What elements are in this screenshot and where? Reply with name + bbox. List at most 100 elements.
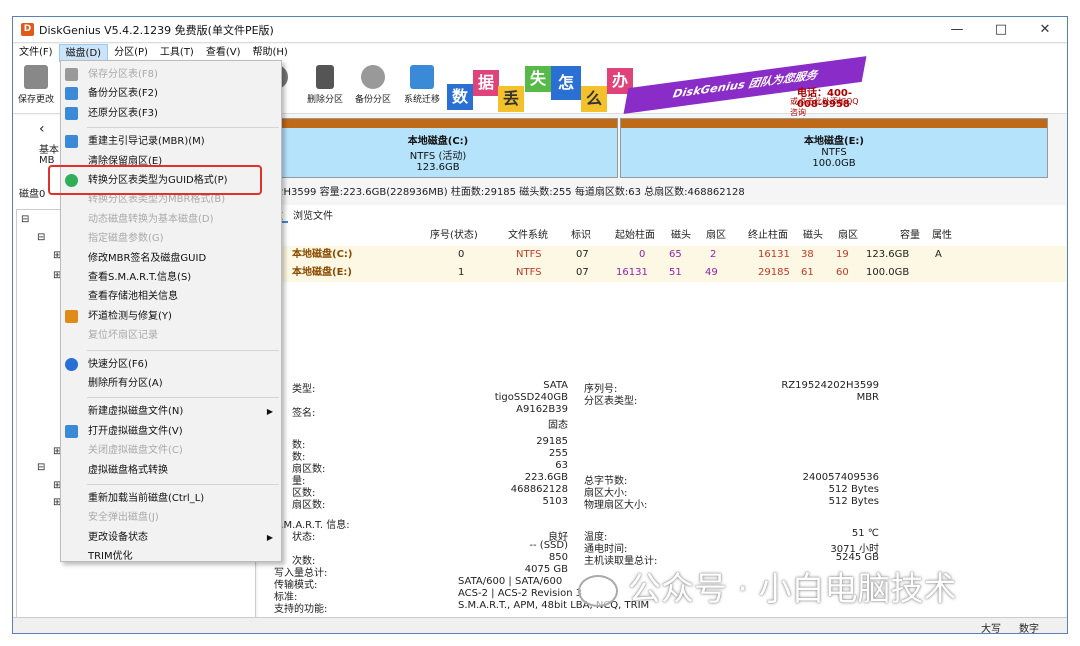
system-migrate-label: 系统迁移 — [403, 95, 440, 105]
detail-key: 分区表类型: — [584, 396, 638, 407]
menu-item-11[interactable]: 查看S.M.A.R.T.信息(S) — [61, 268, 281, 287]
menu-item-27[interactable]: TRIM优化 — [61, 547, 281, 566]
ad-banner[interactable]: 数 据 丢 失 怎 么 办 DiskGenius 团队为您服务 电话：400-0… — [445, 56, 867, 117]
partition-e[interactable]: 本地磁盘(E:) NTFS 100.0GB — [620, 118, 1048, 178]
cell: 1 — [458, 267, 465, 278]
menu-item-16[interactable]: 快速分区(F6) — [61, 355, 281, 374]
cell: NTFS — [516, 267, 542, 278]
arrow-left-icon[interactable]: ‹ — [39, 121, 45, 137]
cell: 2 — [710, 249, 717, 260]
tree-expand-icon[interactable]: ⊟ — [37, 232, 45, 243]
menu-item-21: 关闭虚拟磁盘文件(C) — [61, 441, 281, 460]
menu-item-19[interactable]: 新建虚拟磁盘文件(N) ▶ — [61, 402, 281, 421]
system-migrate-button[interactable]: 系统迁移 — [399, 65, 445, 105]
table-row[interactable]: 本地磁盘(E:) 1 NTFS 07 16131 51 49 29185 61 … — [258, 264, 1066, 282]
partition-c[interactable]: 本地磁盘(C:) NTFS (活动) 123.6GB — [258, 118, 618, 178]
backup-partition-button[interactable]: 备份分区 — [350, 65, 396, 105]
detail-value: 512 Bytes — [828, 484, 879, 495]
col-header: 终止柱面 — [748, 230, 788, 241]
menu-separator — [87, 349, 279, 351]
partition-c-size: 123.6GB — [416, 162, 460, 173]
menu-item-1[interactable]: 备份分区表(F2) — [61, 84, 281, 103]
menu-item-label: 删除所有分区(A) — [88, 378, 163, 389]
cell: 49 — [705, 267, 718, 278]
col-header: 起始柱面 — [615, 230, 655, 241]
menu-item-25: 安全弹出磁盘(J) — [61, 508, 281, 527]
menu-file[interactable]: 文件(F) — [13, 44, 59, 62]
save-icon — [24, 65, 48, 89]
cell: 07 — [576, 249, 589, 260]
maximize-button[interactable]: □ — [979, 17, 1023, 43]
menu-item-14: 复位坏扇区记录 — [61, 326, 281, 345]
menu-item-9: 指定磁盘参数(G) — [61, 229, 281, 248]
cell: 51 — [669, 267, 682, 278]
menu-item-22[interactable]: 虚拟磁盘格式转换 — [61, 461, 281, 480]
backup-partition-label: 备份分区 — [354, 95, 391, 105]
banner-char: 据 — [473, 70, 499, 96]
status-caps: 大写 — [981, 624, 1001, 634]
menu-item-20[interactable]: 打开虚拟磁盘文件(V) — [61, 422, 281, 441]
menu-item-label: 指定磁盘参数(G) — [88, 233, 164, 245]
menu-item-label: 虚拟磁盘格式转换 — [88, 464, 168, 476]
save-label: 保存更改 — [17, 95, 54, 105]
menu-item-24[interactable]: 重新加载当前磁盘(Ctrl_L) — [61, 489, 281, 508]
menu-item-4[interactable]: 重建主引导记录(MBR)(M) — [61, 132, 281, 151]
trash-icon — [316, 65, 334, 89]
partition-bar: 本地磁盘(C:) NTFS (活动) 123.6GB 本地磁盘(E:) NTFS… — [258, 115, 1066, 181]
save-changes-button[interactable]: 保存更改 — [13, 65, 59, 105]
menu-item-label: 重新加载当前磁盘(Ctrl_L) — [88, 493, 205, 504]
menu-item-2[interactable]: 还原分区表(F3) — [61, 104, 281, 123]
backup-disc-icon — [361, 65, 385, 89]
menu-separator — [87, 397, 279, 399]
col-header: 扇区 — [706, 230, 726, 241]
detail-value: 240057409536 — [802, 472, 879, 483]
banner-char: 么 — [581, 86, 607, 112]
detail-value: 29185 — [536, 436, 568, 447]
menu-item-17[interactable]: 删除所有分区(A) — [61, 374, 281, 393]
banner-char: 数 — [447, 84, 473, 110]
cell: 61 — [801, 267, 814, 278]
menu-item-12[interactable]: 查看存储池相关信息 — [61, 287, 281, 306]
title-bar: D DiskGenius V5.4.2.1239 免费版(单文件PE版) — □… — [13, 17, 1067, 43]
banner-char: 丢 — [498, 86, 524, 112]
tree-expand-icon[interactable]: ⊟ — [37, 462, 45, 473]
backup-icon — [65, 87, 78, 101]
detail-value: MBR — [856, 392, 879, 403]
cell: 29185 — [758, 267, 790, 278]
tree-expand-icon[interactable]: ⊟ — [21, 214, 29, 225]
status-num: 数字 — [1019, 624, 1039, 634]
detail-key: 状态: — [292, 532, 316, 543]
menu-item-label: 修改MBR签名及磁盘GUID — [88, 252, 207, 264]
menu-item-label: 转换分区表类型为MBR格式(B) — [88, 194, 226, 206]
detail-key: 支持的功能: — [274, 604, 328, 615]
cell: 100.0GB — [866, 267, 910, 278]
detail-value: RZ19524202H3599 — [781, 380, 879, 391]
close-button[interactable]: ✕ — [1023, 17, 1067, 43]
detail-value: -- (SSD) — [529, 540, 568, 551]
mbr-icon — [65, 135, 78, 149]
partition-c-name: 本地磁盘(C:) — [407, 136, 469, 147]
detail-key: 类型: — [292, 384, 316, 395]
col-header: 磁头 — [671, 230, 691, 241]
menu-item-0: 保存分区表(F8) — [61, 65, 281, 84]
banner-char: 失 — [525, 66, 551, 92]
menu-item-label: TRIM优化 — [88, 551, 133, 563]
delete-partition-button[interactable]: 删除分区 — [302, 65, 348, 105]
partition-e-name: 本地磁盘(E:) — [804, 136, 864, 147]
disk-menu-dropdown: 保存分区表(F8) 备份分区表(F2) 还原分区表(F3) 重建主引导记录(MBR)(… — [60, 60, 282, 562]
detail-key: 扇区数: — [292, 500, 326, 511]
menu-item-26[interactable]: 更改设备状态 ▶ — [61, 528, 281, 547]
col-header: 容量 — [900, 230, 920, 241]
col-header: 磁头 — [803, 230, 823, 241]
menu-item-10[interactable]: 修改MBR签名及磁盘GUID — [61, 249, 281, 268]
menu-item-label: 查看S.M.A.R.T.信息(S) — [88, 272, 192, 283]
minimize-button[interactable]: — — [935, 17, 979, 43]
window-title: DiskGenius V5.4.2.1239 免费版(单文件PE版) — [39, 23, 274, 37]
cell: 16131 — [758, 249, 790, 260]
menu-item-13[interactable]: 坏道检测与修复(Y) — [61, 307, 281, 326]
submenu-arrow-icon: ▶ — [266, 532, 273, 542]
table-row[interactable]: 本地磁盘(C:) 0 NTFS 07 0 65 2 16131 38 19 12… — [258, 246, 1066, 264]
menu-item-label: 查看存储池相关信息 — [88, 291, 178, 303]
tab-browse-files[interactable]: 浏览文件 — [288, 205, 338, 223]
cell: 07 — [576, 267, 589, 278]
